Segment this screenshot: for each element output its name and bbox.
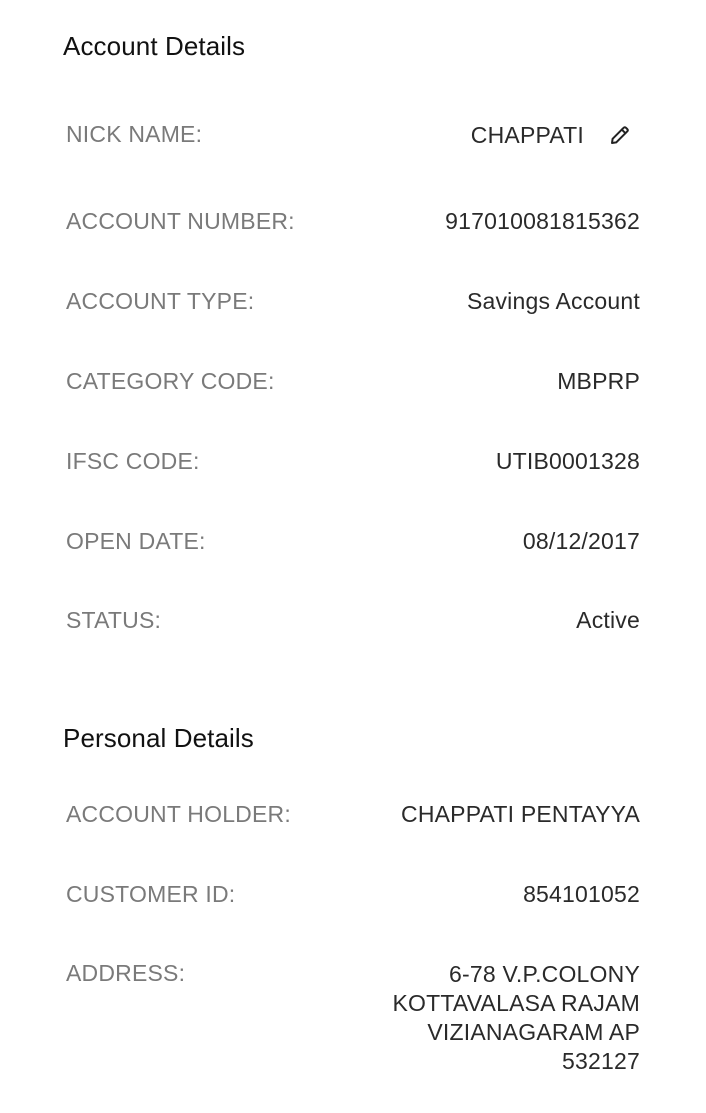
account-details-title: Account Details [63, 31, 246, 61]
account-number-label: ACCOUNT NUMBER: [66, 208, 295, 234]
customer-id-row: CUSTOMER ID: 854101052 [66, 881, 640, 908]
customer-id-value: 854101052 [523, 881, 640, 907]
open-date-value: 08/12/2017 [522, 528, 640, 554]
pencil-icon [611, 126, 629, 144]
account-number-row: ACCOUNT NUMBER: 917010081815362 [66, 208, 640, 235]
personal-details-title: Personal Details [63, 723, 254, 753]
address-row: ADDRESS: 6-78 V.P.COLONY KOTTAVALASA RAJ… [66, 960, 640, 1076]
ifsc-code-row: IFSC CODE: UTIB0001328 [66, 448, 640, 475]
nick-name-row: NICK NAME: CHAPPATI [66, 121, 640, 149]
account-holder-value: CHAPPATI PENTAYYA [401, 801, 640, 827]
account-type-row: ACCOUNT TYPE: Savings Account [66, 288, 640, 315]
account-type-value: Savings Account [466, 288, 640, 314]
category-code-label: CATEGORY CODE: [66, 368, 275, 394]
nick-name-value-wrap: CHAPPATI [471, 121, 640, 149]
status-value: Active [576, 607, 640, 633]
status-row: STATUS: Active [66, 607, 640, 634]
status-label: STATUS: [66, 607, 162, 633]
ifsc-code-value: UTIB0001328 [495, 448, 640, 474]
ifsc-code-label: IFSC CODE: [66, 448, 200, 474]
open-date-label: OPEN DATE: [66, 528, 206, 554]
account-number-value: 917010081815362 [445, 208, 640, 234]
category-code-value: MBPRP [557, 368, 640, 394]
account-holder-row: ACCOUNT HOLDER: CHAPPATI PENTAYYA [66, 801, 640, 828]
nick-name-value: CHAPPATI [470, 121, 584, 148]
account-type-label: ACCOUNT TYPE: [66, 288, 255, 314]
address-value: 6-78 V.P.COLONY KOTTAVALASA RAJAM VIZIAN… [392, 961, 640, 1074]
edit-nickname-button[interactable] [604, 121, 636, 149]
category-code-row: CATEGORY CODE: MBPRP [66, 368, 640, 395]
address-label: ADDRESS: [66, 960, 186, 986]
nick-name-label: NICK NAME: [66, 121, 203, 147]
open-date-row: OPEN DATE: 08/12/2017 [66, 528, 640, 555]
account-holder-label: ACCOUNT HOLDER: [66, 801, 291, 827]
customer-id-label: CUSTOMER ID: [66, 881, 236, 907]
